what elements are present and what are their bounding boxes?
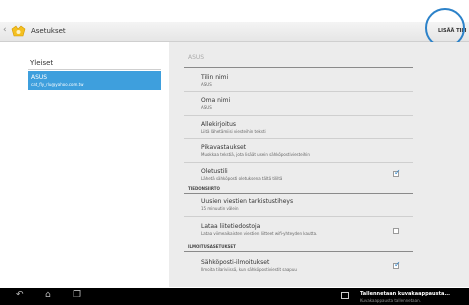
divider (184, 251, 413, 252)
back-icon[interactable]: ↶ (16, 290, 24, 300)
divider (184, 115, 413, 116)
back-caret-icon[interactable]: ‹ (3, 25, 7, 35)
navigation-bar: ↶ ⌂ ❐ Tallennetaan kuvakaappausta... Kuv… (0, 288, 469, 305)
setting-subtitle: Lähetä sähköposti oletuksena tältä tilil… (201, 176, 283, 181)
account-list-item-selected[interactable]: ASUS cat_fly_rlu@yahoo.com.tw (28, 71, 161, 90)
default-account-setting[interactable]: Oletustili (201, 168, 228, 175)
divider (184, 138, 413, 139)
divider (28, 69, 161, 70)
setting-subtitle: Lataa viimeaikaisten viestien liitteet w… (201, 231, 318, 236)
email-notifications-checkbox[interactable] (393, 260, 401, 269)
setting-subtitle: Muokkaa tekstiä, jota lisäät usein sähkö… (201, 152, 310, 157)
setting-subtitle: Liitä lähetämiisi viesteihin teksti (201, 129, 266, 134)
divider (184, 193, 413, 194)
setting-subtitle: Ilmoita tilariviissä, kun sähköpostivies… (201, 267, 297, 272)
divider (184, 216, 413, 217)
account-name: ASUS (31, 74, 48, 81)
email-notifications-setting[interactable]: Sähköposti-ilmoitukset (201, 259, 269, 266)
default-account-checkbox[interactable] (393, 168, 401, 177)
section-header-notifications: ILMOITUSASETUKSET (188, 244, 236, 249)
account-header: ASUS (188, 54, 205, 61)
setting-subtitle: 15 minuutin välein (201, 206, 239, 211)
home-icon[interactable]: ⌂ (45, 290, 51, 300)
account-email: cat_fly_rlu@yahoo.com.tw (31, 82, 84, 87)
download-attachments-checkbox[interactable] (393, 228, 399, 234)
divider (184, 91, 413, 92)
screenshot-notification-subtitle: Kuvakaappausta tallennetaan. (360, 298, 421, 303)
quick-responses-setting[interactable]: Pikavastaukset (201, 144, 246, 151)
setting-subtitle: ASUS (201, 105, 212, 110)
settings-app-icon (11, 25, 26, 37)
signature-setting[interactable]: Allekirjoitus (201, 121, 236, 128)
download-attachments-setting[interactable]: Lataa liitetiedostoja (201, 223, 260, 230)
status-top-area (0, 0, 469, 22)
check-frequency-setting[interactable]: Uusien viestien tarkistustiheys (201, 198, 293, 205)
general-settings-item[interactable]: Yleiset (30, 59, 53, 67)
screenshot-icon (341, 292, 349, 299)
recent-apps-icon[interactable]: ❐ (73, 290, 81, 300)
action-bar: ‹ Asetukset LISÄÄ TILI (0, 22, 469, 42)
own-name-setting[interactable]: Oma nimi (201, 97, 230, 104)
app-title: Asetukset (31, 27, 66, 35)
account-name-setting[interactable]: Tilin nimi (201, 74, 228, 81)
section-header-sync: TIEDONSIIRTO (188, 186, 220, 191)
divider (184, 162, 413, 163)
setting-subtitle: ASUS (201, 82, 212, 87)
screenshot-notification-title: Tallennetaan kuvakaappausta... (360, 291, 451, 297)
divider (184, 67, 413, 68)
